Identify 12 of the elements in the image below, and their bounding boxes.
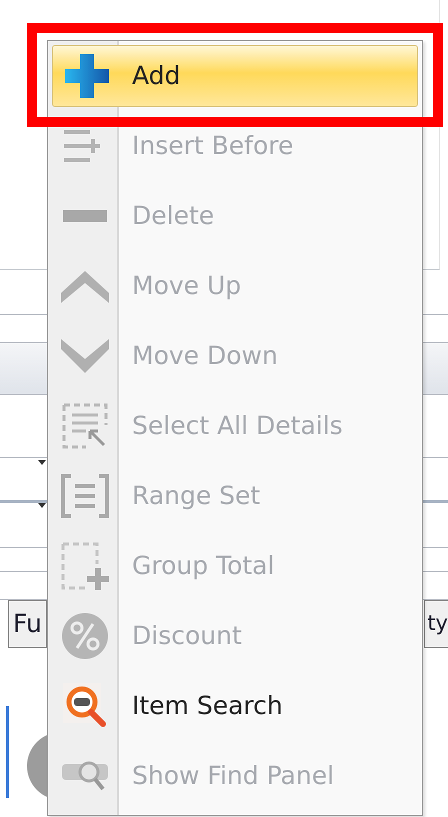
chevron-down-icon: [60, 339, 108, 373]
plus-icon: [62, 52, 110, 100]
percent-icon: [60, 612, 108, 660]
bracket-list-icon: [60, 474, 108, 518]
select-details-icon: [62, 403, 108, 449]
minus-icon: [62, 210, 106, 222]
menu-item[interactable]: Item Search: [48, 671, 422, 741]
column-header[interactable]: ty: [424, 600, 448, 648]
group-plus-icon: [60, 542, 108, 590]
column-header[interactable]: Fu: [8, 600, 47, 648]
chevron-up-icon: [60, 269, 108, 303]
menu-item[interactable]: Add: [52, 45, 418, 107]
